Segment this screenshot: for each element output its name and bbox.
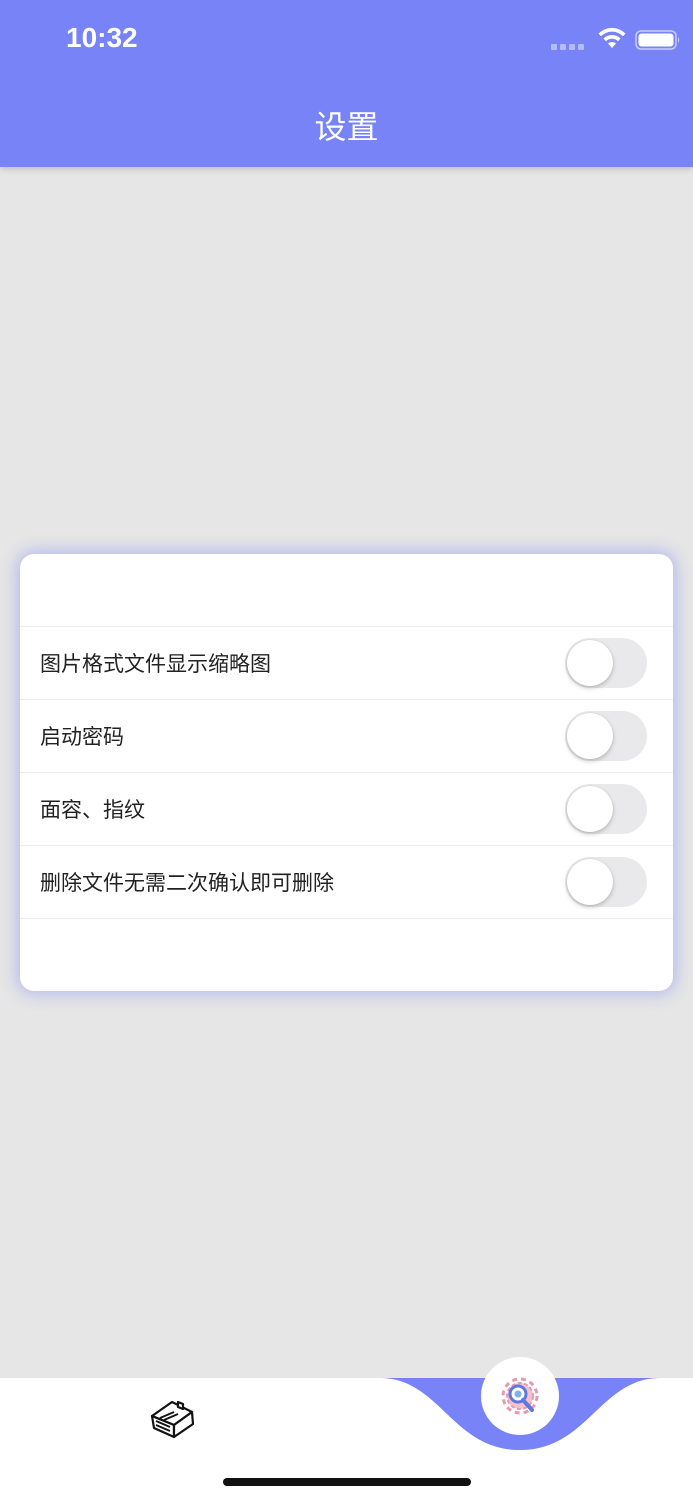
tab-home[interactable] <box>148 1397 198 1439</box>
biometrics-toggle[interactable] <box>565 784 647 834</box>
setting-row-biometrics: 面容、指纹 <box>20 773 673 846</box>
home-icon <box>150 1400 195 1439</box>
toggle-knob <box>567 859 613 905</box>
settings-gear-icon <box>501 1377 539 1415</box>
skip-delete-confirm-toggle[interactable] <box>565 857 647 907</box>
toggle-knob <box>567 713 613 759</box>
home-indicator <box>223 1478 471 1486</box>
setting-label: 删除文件无需二次确认即可删除 <box>40 871 334 895</box>
card-header-spacer <box>20 554 673 627</box>
cellular-signal-icon <box>551 44 585 50</box>
setting-row-thumbnails: 图片格式文件显示缩略图 <box>20 627 673 700</box>
launch-password-toggle[interactable] <box>565 711 647 761</box>
wifi-icon <box>598 27 626 48</box>
status-time: 10:32 <box>66 22 138 53</box>
setting-label: 图片格式文件显示缩略图 <box>40 652 271 676</box>
page-title: 设置 <box>314 108 379 146</box>
settings-card: 图片格式文件显示缩略图 启动密码 面容、指纹 删除文件无需二次确认即可删除 <box>20 554 673 991</box>
navigation-header: 10:32 设置 <box>0 0 693 167</box>
thumbnail-toggle[interactable] <box>565 638 647 688</box>
setting-label: 启动密码 <box>40 725 124 749</box>
setting-row-launch-password: 启动密码 <box>20 700 673 773</box>
toggle-knob <box>567 786 613 832</box>
battery-icon <box>635 30 680 50</box>
setting-label: 面容、指纹 <box>40 798 145 822</box>
toggle-knob <box>567 640 613 686</box>
tab-settings[interactable] <box>481 1357 559 1435</box>
setting-row-delete-confirm: 删除文件无需二次确认即可删除 <box>20 846 673 919</box>
